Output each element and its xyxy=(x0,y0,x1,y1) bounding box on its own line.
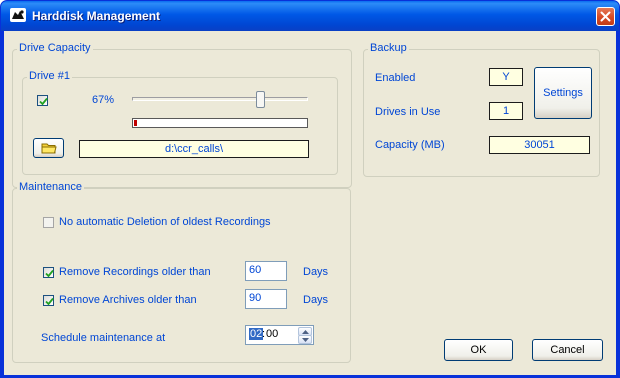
remove-archives-days-field[interactable]: 90 xyxy=(245,289,287,309)
checkmark-icon xyxy=(39,97,48,106)
backup-enabled-field[interactable]: Y xyxy=(489,68,523,86)
drive-1-path-field[interactable]: d:\ccr_calls\ xyxy=(79,140,309,158)
schedule-minute[interactable]: 00 xyxy=(266,328,278,340)
backup-enabled-label: Enabled xyxy=(375,72,416,84)
schedule-separator: : xyxy=(262,328,266,340)
no-auto-delete-label[interactable]: No automatic Deletion of oldest Recordin… xyxy=(59,216,271,228)
remove-archives-checkbox[interactable] xyxy=(43,295,54,306)
close-icon xyxy=(600,11,611,22)
drive-1-usage-bar xyxy=(132,118,308,128)
schedule-time-picker[interactable]: 02 : 00 xyxy=(245,325,314,345)
checkmark-icon xyxy=(45,297,54,306)
maintenance-legend: Maintenance xyxy=(17,181,84,193)
spin-down-button[interactable] xyxy=(298,335,312,344)
remove-archives-days-label: Days xyxy=(303,294,329,306)
drive-capacity-group: Drive Capacity Drive #1 67% d:\ccr_calls… xyxy=(12,42,352,188)
drive-1-legend: Drive #1 xyxy=(27,70,72,82)
remove-recordings-days-field[interactable]: 60 xyxy=(245,261,287,281)
drives-in-use-label: Drives in Use xyxy=(375,106,441,118)
remove-recordings-label[interactable]: Remove Recordings older than xyxy=(59,266,211,278)
drive-1-slider-track[interactable] xyxy=(132,97,308,101)
drive-1-enabled-checkbox[interactable] xyxy=(37,95,48,106)
app-icon xyxy=(10,8,26,22)
folder-icon xyxy=(41,143,57,154)
dialog-body: Drive Capacity Drive #1 67% d:\ccr_calls… xyxy=(4,31,616,375)
browse-folder-button[interactable] xyxy=(33,138,64,158)
drive-capacity-legend: Drive Capacity xyxy=(17,42,93,54)
remove-archives-label[interactable]: Remove Archives older than xyxy=(59,294,197,306)
capacity-field[interactable]: 30051 xyxy=(489,136,590,154)
maintenance-group: Maintenance No automatic Deletion of old… xyxy=(12,181,351,363)
drives-in-use-field[interactable]: 1 xyxy=(489,102,523,120)
close-button[interactable] xyxy=(596,7,615,26)
drive-1-percent: 67% xyxy=(92,94,115,106)
backup-legend: Backup xyxy=(368,42,409,54)
remove-recordings-checkbox[interactable] xyxy=(43,267,54,278)
remove-recordings-days-label: Days xyxy=(303,266,329,278)
schedule-label: Schedule maintenance at xyxy=(41,332,166,344)
window-title: Harddisk Management xyxy=(32,9,161,23)
harddisk-management-window: Harddisk Management Drive Capacity Drive… xyxy=(0,0,620,378)
spin-up-icon xyxy=(302,330,309,334)
backup-settings-button[interactable]: Settings xyxy=(534,67,592,119)
capacity-label: Capacity (MB) xyxy=(375,139,445,151)
backup-group: Backup Enabled Y Drives in Use 1 Setting… xyxy=(363,42,600,177)
drive-1-slider-thumb[interactable] xyxy=(255,91,265,108)
no-auto-delete-checkbox[interactable] xyxy=(43,217,54,228)
title-bar[interactable]: Harddisk Management xyxy=(1,1,619,31)
spin-down-icon xyxy=(302,338,309,342)
drive-1-group: Drive #1 67% d:\ccr_calls\ xyxy=(22,70,338,175)
cancel-button[interactable]: Cancel xyxy=(532,339,603,361)
ok-button[interactable]: OK xyxy=(444,339,513,361)
checkmark-icon xyxy=(45,269,54,278)
drive-1-usage-fill xyxy=(134,120,137,126)
